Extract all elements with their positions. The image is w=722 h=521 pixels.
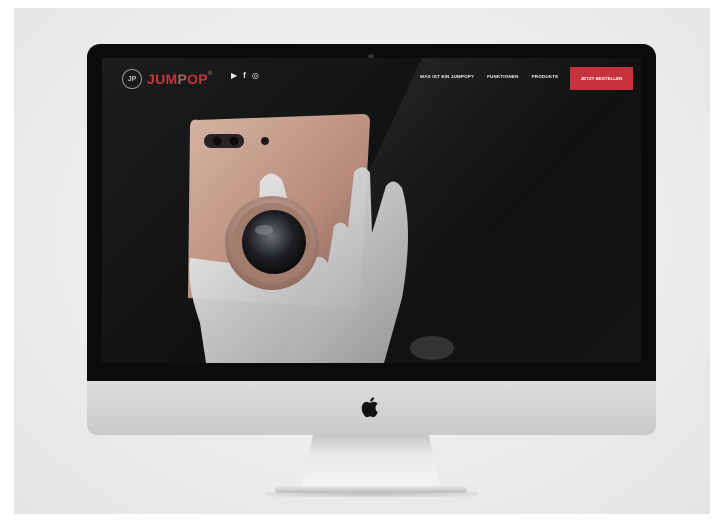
nav-link-funktionen[interactable]: FUNKTIONEN xyxy=(487,74,519,79)
logo-badge: JP xyxy=(122,69,142,89)
nav-link-produkte[interactable]: PRODUKTE xyxy=(532,74,559,79)
monitor-base xyxy=(275,486,467,493)
website-screen: JP JUMPOP® ▶ f ◎ WAS IST EIN JUMPOP? FUN… xyxy=(102,58,641,363)
logo-wordmark: JUMPOP® xyxy=(147,71,213,87)
nav-link-was-ist-ein-jumpop[interactable]: WAS IST EIN JUMPOP? xyxy=(420,74,474,79)
monitor-stand xyxy=(302,435,440,487)
facebook-icon[interactable]: f xyxy=(243,71,246,81)
youtube-icon[interactable]: ▶ xyxy=(231,71,237,81)
apple-logo-icon xyxy=(361,397,378,418)
social-links: ▶ f ◎ xyxy=(231,71,259,81)
main-nav: WAS IST EIN JUMPOP? FUNKTIONEN PRODUKTE xyxy=(420,74,558,79)
order-now-button[interactable]: JETZT BESTELLEN xyxy=(570,67,633,90)
socket-knob xyxy=(242,210,306,274)
instagram-icon[interactable]: ◎ xyxy=(252,71,259,81)
brand-logo[interactable]: JP JUMPOP® xyxy=(122,68,213,90)
